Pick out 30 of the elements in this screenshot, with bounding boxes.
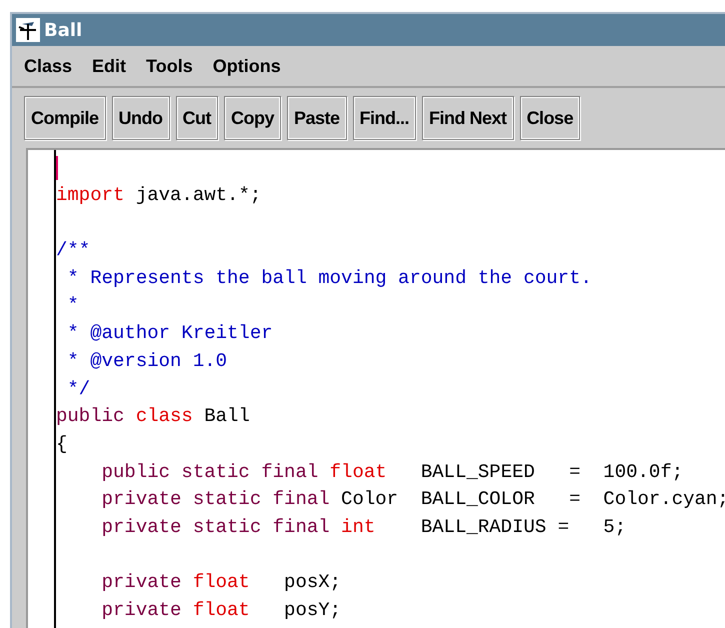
code-line: * @author Kreitler [66,322,274,346]
toolbar-button[interactable]: Find Next [422,96,514,140]
code-line: private static final int BALL_RADIUS = 5; [100,516,628,540]
menu-item[interactable]: Class [24,56,72,76]
code-line: public static final float BALL_SPEED = 100.0f; [100,460,684,485]
code-line: * Represents the ball moving around the court. [66,266,593,291]
code-line: { [56,432,68,457]
toolbar-button[interactable]: Undo [112,96,170,140]
text-cursor [56,156,58,180]
toolbar-button[interactable]: Paste [287,96,347,140]
code-line: private float posY; [100,599,342,623]
code-line: * @version 1.0 [66,350,228,374]
menu-item[interactable]: Tools [146,56,193,76]
app-icon [16,18,40,42]
window-title: Ball [44,20,82,40]
toolbar-button[interactable]: Copy [224,96,281,140]
code-line: import java.awt.*; [56,184,262,208]
code-line: /** [56,239,92,264]
menu-item[interactable]: Options [212,56,281,76]
code-line: * [66,294,80,318]
code-line: */ [66,378,92,402]
toolbar-button[interactable]: Compile [24,96,106,140]
toolbar-button[interactable]: Close [520,96,580,140]
menu-item[interactable]: Edit [92,56,126,76]
code-line: public class Ball [56,405,251,430]
toolbar-button[interactable]: Find... [352,96,416,140]
toolbar-button[interactable]: Cut [176,96,218,140]
code-editor[interactable] [26,148,725,628]
code-line: private float posX; [100,571,342,596]
code-line: private static final Color BALL_COLOR = Color.cyan; [100,488,725,512]
